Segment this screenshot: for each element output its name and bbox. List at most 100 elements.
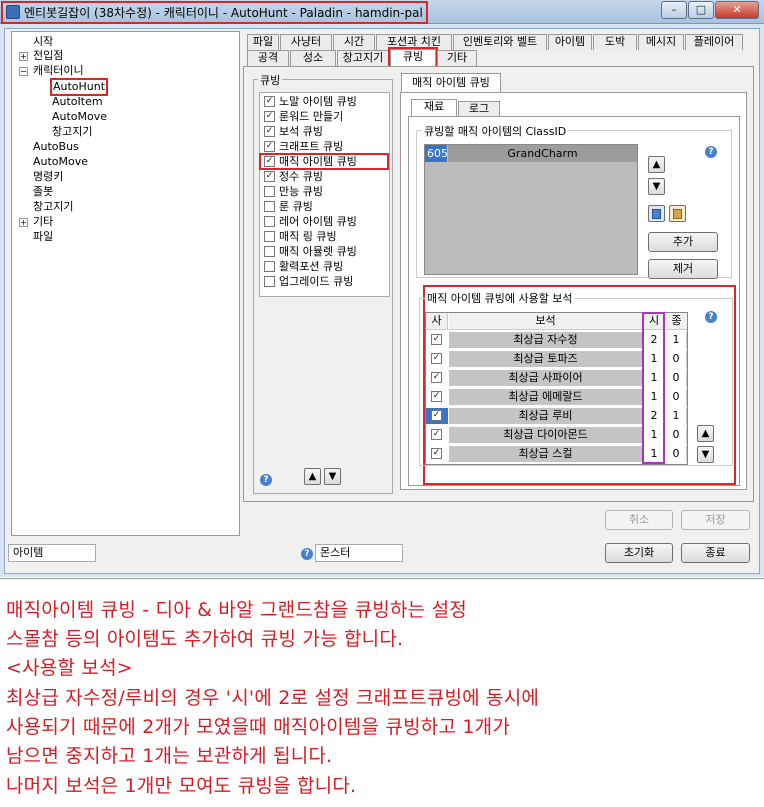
tab-sanctuary[interactable]: 성소 xyxy=(290,50,336,66)
cubing-option-checkbox[interactable] xyxy=(264,231,275,242)
cubing-option-checkbox[interactable] xyxy=(264,201,275,212)
cubing-option-checkbox[interactable] xyxy=(264,216,275,227)
classid-down-button[interactable]: ▼ xyxy=(648,178,665,195)
gem-use-cell[interactable]: ✓ xyxy=(426,370,448,387)
gem-use-cell[interactable]: ✓ xyxy=(426,332,448,349)
remove-button[interactable]: 제거 xyxy=(648,259,718,279)
cancel-button[interactable]: 취소 xyxy=(605,510,673,530)
gem-use-cell[interactable]: ✓ xyxy=(426,389,448,406)
gem-jong-cell[interactable]: 0 xyxy=(666,427,687,444)
close-button[interactable]: ✕ xyxy=(715,1,759,19)
expand-icon[interactable]: + xyxy=(19,218,28,227)
help-icon[interactable]: ? xyxy=(705,311,717,323)
navigation-tree[interactable]: 시작 + 전입점 − 캐릭터이니 AutoHunt AutoItem AutoM… xyxy=(11,31,240,536)
tab-potion-chicken[interactable]: 포션과 치킨 xyxy=(376,34,452,50)
tab-attack[interactable]: 공격 xyxy=(247,50,289,66)
paste-icon[interactable] xyxy=(669,205,686,222)
tab-player[interactable]: 플레이어 xyxy=(685,34,743,50)
gem-use-cell[interactable]: ✓ xyxy=(426,351,448,368)
copy-icon[interactable] xyxy=(648,205,665,222)
classid-list[interactable] xyxy=(424,144,638,275)
gem-name-cell[interactable]: 최상급 토파즈 xyxy=(449,351,643,368)
gem-name-cell[interactable]: 최상급 자수정 xyxy=(449,332,643,349)
gem-jong-cell[interactable]: 1 xyxy=(666,408,687,425)
reset-button[interactable]: 초기화 xyxy=(605,543,673,563)
tree-item-autoitem[interactable]: AutoItem xyxy=(52,95,103,109)
tree-item-autohunt[interactable]: AutoHunt xyxy=(49,78,109,96)
tab-cubing[interactable]: 큐빙 xyxy=(388,47,438,68)
tab-etc[interactable]: 기타 xyxy=(437,50,477,66)
classid-id-cell[interactable]: 605 xyxy=(425,145,448,162)
gems-up-button[interactable]: ▲ xyxy=(697,425,714,442)
tab-storage[interactable]: 창고지기 xyxy=(337,50,389,66)
gem-use-checkbox[interactable]: ✓ xyxy=(431,391,442,402)
cubing-option-label[interactable]: 매직 링 큐빙 xyxy=(279,230,337,244)
cubing-option-checkbox[interactable] xyxy=(264,276,275,287)
gems-down-button[interactable]: ▼ xyxy=(697,446,714,463)
add-button[interactable]: 추가 xyxy=(648,232,718,252)
gem-use-checkbox[interactable]: ✓ xyxy=(431,334,442,345)
gem-name-cell[interactable]: 최상급 루비 xyxy=(449,408,643,425)
tree-item-subbot[interactable]: 졸봇 xyxy=(33,185,53,199)
cubing-option-label[interactable]: 크래프트 큐빙 xyxy=(279,140,343,154)
tab-hunting-ground[interactable]: 사냥터 xyxy=(280,34,332,50)
tree-item-etc[interactable]: 기타 xyxy=(33,215,53,229)
gem-name-cell[interactable]: 최상급 에메랄드 xyxy=(449,389,643,406)
gem-use-cell[interactable]: ✓ xyxy=(426,427,448,444)
tab-message[interactable]: 메시지 xyxy=(638,34,684,50)
gem-use-checkbox[interactable]: ✓ xyxy=(431,448,442,459)
gem-use-checkbox[interactable]: ✓ xyxy=(431,410,442,421)
gem-jong-cell[interactable]: 1 xyxy=(666,332,687,349)
tree-item-autobus[interactable]: AutoBus xyxy=(33,140,79,154)
exit-button[interactable]: 종료 xyxy=(681,543,750,563)
collapse-icon[interactable]: − xyxy=(19,67,28,76)
cubing-option-label[interactable]: 보석 큐빙 xyxy=(279,125,323,139)
cubing-option-label[interactable]: 만능 큐빙 xyxy=(279,185,323,199)
gem-jong-cell[interactable]: 0 xyxy=(666,351,687,368)
help-icon[interactable]: ? xyxy=(260,474,272,486)
gem-name-cell[interactable]: 최상급 사파이어 xyxy=(449,370,643,387)
gem-use-checkbox[interactable]: ✓ xyxy=(431,429,442,440)
cubing-option-label[interactable]: 정수 큐빙 xyxy=(279,170,323,184)
tree-item-entry[interactable]: 전입점 xyxy=(33,49,63,63)
cubing-option-checkbox[interactable] xyxy=(264,246,275,257)
save-button[interactable]: 저장 xyxy=(681,510,750,530)
cubing-option-label[interactable]: 노말 아이템 큐빙 xyxy=(279,95,357,109)
gem-use-checkbox[interactable]: ✓ xyxy=(431,372,442,383)
tab-inventory-belt[interactable]: 인벤토리와 벨트 xyxy=(453,34,547,50)
expand-icon[interactable]: + xyxy=(19,52,28,61)
tree-item-character[interactable]: 캐릭터이니 xyxy=(33,64,84,78)
tab-magic-cubing[interactable]: 매직 아이템 큐빙 xyxy=(401,73,501,93)
classid-up-button[interactable]: ▲ xyxy=(648,156,665,173)
classid-name-cell[interactable]: GrandCharm xyxy=(448,145,637,162)
move-down-button[interactable]: ▼ xyxy=(324,468,341,485)
tab-time[interactable]: 시간 xyxy=(333,34,375,50)
tree-item-hotkeys[interactable]: 명령키 xyxy=(33,170,63,184)
gem-use-cell[interactable]: ✓ xyxy=(426,408,448,425)
cubing-option-checkbox[interactable]: ✓ xyxy=(264,171,275,182)
cubing-option-checkbox[interactable]: ✓ xyxy=(264,96,275,107)
gem-use-checkbox[interactable]: ✓ xyxy=(431,353,442,364)
tab-file[interactable]: 파일 xyxy=(247,34,279,50)
tab-item[interactable]: 아이템 xyxy=(548,34,592,50)
tree-item-start[interactable]: 시작 xyxy=(33,35,53,49)
cubing-option-checkbox[interactable]: ✓ xyxy=(264,111,275,122)
subtab-materials[interactable]: 재료 xyxy=(411,99,457,117)
gem-use-cell[interactable]: ✓ xyxy=(426,446,448,463)
cubing-option-checkbox[interactable]: ✓ xyxy=(264,126,275,137)
subtab-log[interactable]: 로그 xyxy=(458,101,500,117)
gem-jong-cell[interactable]: 0 xyxy=(666,446,687,463)
minimize-button[interactable]: – xyxy=(661,1,687,19)
gem-jong-cell[interactable]: 0 xyxy=(666,389,687,406)
cubing-option-label[interactable]: 업그레이드 큐빙 xyxy=(279,275,353,289)
cubing-option-label[interactable]: 룬 큐빙 xyxy=(279,200,313,214)
tree-item-file[interactable]: 파일 xyxy=(33,230,53,244)
cubing-option-label[interactable]: 레어 아이템 큐빙 xyxy=(279,215,357,229)
help-icon[interactable]: ? xyxy=(301,548,313,560)
cubing-option-checkbox[interactable] xyxy=(264,186,275,197)
move-up-button[interactable]: ▲ xyxy=(304,468,321,485)
cubing-option-checkbox[interactable] xyxy=(264,261,275,272)
tree-item-storage-2[interactable]: 창고지기 xyxy=(33,200,73,214)
tab-gamble[interactable]: 도박 xyxy=(593,34,637,50)
tree-item-storage[interactable]: 창고지기 xyxy=(52,125,92,139)
